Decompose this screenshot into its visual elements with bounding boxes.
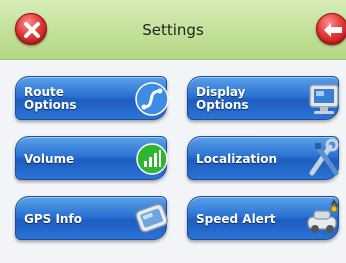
speed-alert-label: Speed Alert (196, 211, 276, 226)
back-arrow-icon (324, 23, 342, 37)
gps-device-icon (135, 203, 168, 233)
volume-button[interactable]: Volume (15, 136, 168, 180)
speed-alert-button[interactable]: Speed Alert (187, 196, 339, 240)
route-curve-icon (135, 82, 169, 116)
back-button[interactable] (316, 13, 346, 45)
display-options-label: Display Options (196, 85, 249, 112)
volume-bars-icon (136, 143, 168, 175)
display-options-button[interactable]: Display Options (187, 76, 339, 120)
speed-camera-car-icon (307, 199, 339, 233)
gps-info-button[interactable]: GPS Info (15, 196, 168, 240)
localization-button[interactable]: Localization (187, 136, 339, 180)
route-options-label: Route Options (24, 85, 77, 112)
settings-screen: Settings Route Options Display Options V… (0, 0, 346, 263)
tools-icon (309, 138, 339, 176)
close-x-icon (24, 22, 40, 38)
volume-label: Volume (24, 151, 75, 166)
monitor-icon (309, 84, 339, 114)
localization-label: Localization (196, 151, 278, 166)
page-title: Settings (142, 21, 204, 39)
title-bar: Settings (0, 0, 346, 60)
gps-info-label: GPS Info (24, 211, 82, 226)
route-options-button[interactable]: Route Options (15, 76, 169, 120)
close-button[interactable] (15, 13, 47, 45)
